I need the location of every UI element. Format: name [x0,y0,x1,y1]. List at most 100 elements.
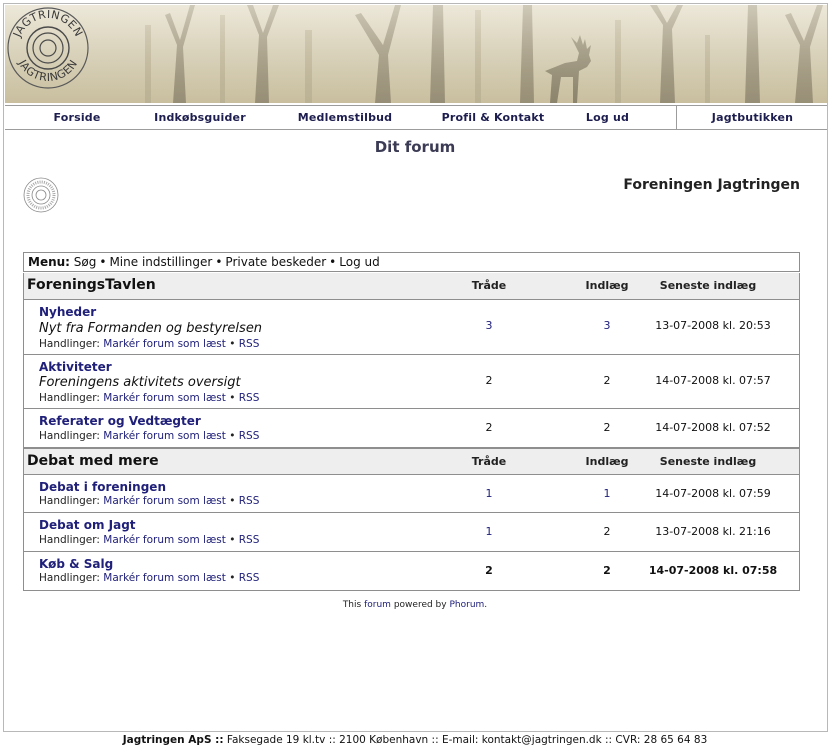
footer-address: Faksegade 19 kl.tv :: 2100 København :: … [226,734,708,746]
footer-company: Jagtringen ApS :: [122,734,224,746]
menu-separator: • [99,255,107,269]
menu-my-settings[interactable]: Mine indstillinger [109,255,212,269]
forum-row: Debat om Jagt Handlinger: Markér forum s… [24,513,799,552]
actions-separator: • [229,392,236,404]
forum-description: Nyt fra Formanden og bestyrelsen [39,321,263,336]
menu-label: Menu: [28,255,70,269]
col-posts: Indlæg [585,279,629,292]
col-latest: Seneste indlæg [659,279,757,292]
phorum-link[interactable]: Phorum [449,600,484,610]
section-title: ForeningsTavlen [27,277,156,293]
menu-separator: • [329,255,337,269]
actions-label: Handlinger: [39,495,100,507]
latest-post: 14-07-2008 kl. 07:58 [648,564,778,577]
forum-link-referater[interactable]: Referater og Vedtægter [39,414,201,428]
forum-actions: Handlinger: Markér forum som læst • RSS [39,534,259,546]
powered-by: This forum powered by Phorum. [0,600,830,610]
menu-log-out[interactable]: Log ud [339,255,379,269]
latest-post: 14-07-2008 kl. 07:57 [655,374,771,387]
actions-separator: • [229,430,236,442]
col-threads: Tråde [471,455,507,468]
col-threads: Tråde [471,279,507,292]
nav-forside[interactable]: Forside [37,106,117,129]
col-latest: Seneste indlæg [659,455,757,468]
logo-text-top: JAGTRINGEN [10,8,85,40]
forum-row: Referater og Vedtægter Handlinger: Marké… [24,409,799,448]
mark-read-link[interactable]: Markér forum som læst [103,572,226,584]
actions-label: Handlinger: [39,392,100,404]
forum-link-nyheder[interactable]: Nyheder [39,305,96,319]
svg-text:JAGTRINGEN: JAGTRINGEN [10,8,85,40]
latest-post: 14-07-2008 kl. 07:52 [655,421,771,434]
menu-private-messages[interactable]: Private beskeder [225,255,326,269]
mark-read-link[interactable]: Markér forum som læst [103,338,226,350]
small-logo-icon [23,177,59,213]
rss-link[interactable]: RSS [239,430,260,442]
latest-post: 13-07-2008 kl. 21:16 [655,525,771,538]
forum-actions: Handlinger: Markér forum som læst • RSS [39,495,259,507]
forum-container: Menu: Søg • Mine indstillinger • Private bes… [23,252,800,591]
nav-log-ud[interactable]: Log ud [575,106,640,129]
rss-link[interactable]: RSS [239,495,260,507]
forum-row: Nyheder Nyt fra Formanden og bestyrelsen… [24,300,799,355]
mark-read-link[interactable]: Markér forum som læst [103,392,226,404]
thread-count: 2 [485,564,493,577]
forum-actions: Handlinger: Markér forum som læst • RSS [39,338,259,350]
nav-divider [676,106,677,129]
header-banner: JAGTRINGEN JAGTRINGEN [5,5,827,103]
actions-label: Handlinger: [39,534,100,546]
powered-prefix: This [342,600,362,610]
thread-count: 2 [485,374,493,387]
latest-post: 13-07-2008 kl. 20:53 [655,319,771,332]
organization-name: Foreningen Jagtringen [623,177,800,193]
thread-count: 2 [485,421,493,434]
mark-read-link[interactable]: Markér forum som læst [103,534,226,546]
forum-actions: Handlinger: Markér forum som læst • RSS [39,572,259,584]
page-title: Dit forum [374,138,456,156]
forum-link-aktiviteter[interactable]: Aktiviteter [39,360,112,374]
forest-banner-image [5,5,827,103]
powered-middle: powered by [393,600,447,610]
nav-profil-kontakt[interactable]: Profil & Kontakt [433,106,553,129]
forum-link[interactable]: forum [364,600,391,610]
nav-indkobsguider[interactable]: Indkøbsguider [145,106,255,129]
powered-suffix: . [484,600,488,610]
post-count: 1 [603,487,611,500]
actions-separator: • [229,534,236,546]
actions-label: Handlinger: [39,572,100,584]
post-count: 3 [603,319,611,332]
forum-row: Aktiviteter Foreningens aktivitets overs… [24,355,799,409]
actions-label: Handlinger: [39,338,100,350]
forum-actions: Handlinger: Markér forum som læst • RSS [39,430,259,442]
thread-count: 1 [485,487,493,500]
nav-medlemstilbud[interactable]: Medlemstilbud [290,106,400,129]
mark-read-link[interactable]: Markér forum som læst [103,495,226,507]
rss-link[interactable]: RSS [239,572,260,584]
actions-label: Handlinger: [39,430,100,442]
latest-post: 14-07-2008 kl. 07:59 [655,487,771,500]
thread-count: 3 [485,319,493,332]
rss-link[interactable]: RSS [239,534,260,546]
forum-link-debat-i-foreningen[interactable]: Debat i foreningen [39,480,166,494]
menu-search[interactable]: Søg [74,255,97,269]
main-nav: Forside Indkøbsguider Medlemstilbud Prof… [5,105,827,130]
menu-separator: • [215,255,223,269]
mark-read-link[interactable]: Markér forum som læst [103,430,226,442]
post-count: 2 [603,564,611,577]
actions-separator: • [229,572,236,584]
forum-table: ForeningsTavlen Tråde Indlæg Seneste ind… [23,273,800,591]
actions-separator: • [229,338,236,350]
rss-link[interactable]: RSS [239,338,260,350]
forum-link-debat-om-jagt[interactable]: Debat om Jagt [39,518,136,532]
post-count: 2 [603,421,611,434]
section-title: Debat med mere [27,453,159,469]
section-header-foreningstavlen: ForeningsTavlen Tråde Indlæg Seneste ind… [24,273,799,300]
footer: Jagtringen ApS :: Faksegade 19 kl.tv :: … [0,734,830,746]
post-count: 2 [603,374,611,387]
nav-jagtbutikken[interactable]: Jagtbutikken [695,106,810,129]
jagtringen-logo: JAGTRINGEN JAGTRINGEN [7,7,89,89]
col-posts: Indlæg [585,455,629,468]
forum-link-kob-salg[interactable]: Køb & Salg [39,557,113,571]
forum-row: Køb & Salg Handlinger: Markér forum som … [24,552,799,590]
rss-link[interactable]: RSS [239,392,260,404]
